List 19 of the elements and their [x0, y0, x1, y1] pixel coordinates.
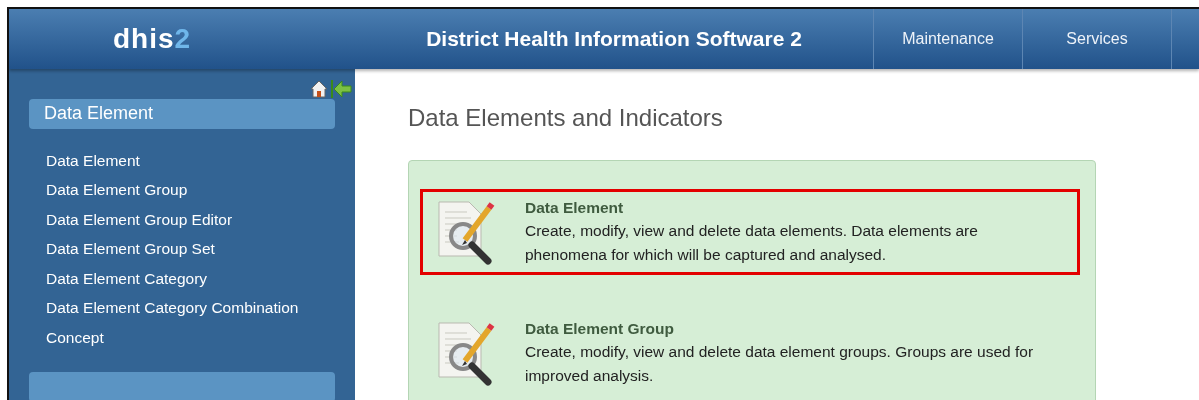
sidebar-link[interactable]: Data Element Category Combination — [46, 297, 355, 319]
app-title: District Health Information Software 2 — [425, 26, 803, 52]
sidebar-link[interactable]: Data Element Group Editor — [46, 208, 355, 231]
page-title: Data Elements and Indicators — [408, 104, 724, 132]
nav-tab[interactable]: Services — [1022, 9, 1171, 69]
sidebar-link[interactable]: Data Element Group — [46, 179, 355, 201]
sidebar-section-header[interactable]: Data Element — [29, 99, 335, 129]
nav-tab[interactable]: Maintenance — [873, 9, 1022, 69]
home-icon[interactable] — [309, 79, 329, 99]
logo[interactable]: dhis2 — [9, 9, 355, 69]
item-description: Create, modify, view and delete data element groups. Groups are used for improved analysis. — [525, 342, 1035, 386]
sidebar-link[interactable]: Data Element Category — [46, 267, 355, 290]
item-description: Create, modify, view and delete data elements. Data elements are phenomena for which will be captured and analysed. — [525, 221, 979, 265]
back-arrow-icon[interactable] — [331, 79, 353, 99]
sidebar-link[interactable]: Concept — [46, 326, 355, 349]
item-title-link[interactable]: Data Element — [525, 197, 1040, 219]
sidebar-link[interactable]: Data Element Group Set — [46, 238, 355, 260]
item-title-link[interactable]: Data Element Group — [525, 318, 1040, 340]
sidebar-link[interactable]: Data Element — [46, 149, 355, 172]
